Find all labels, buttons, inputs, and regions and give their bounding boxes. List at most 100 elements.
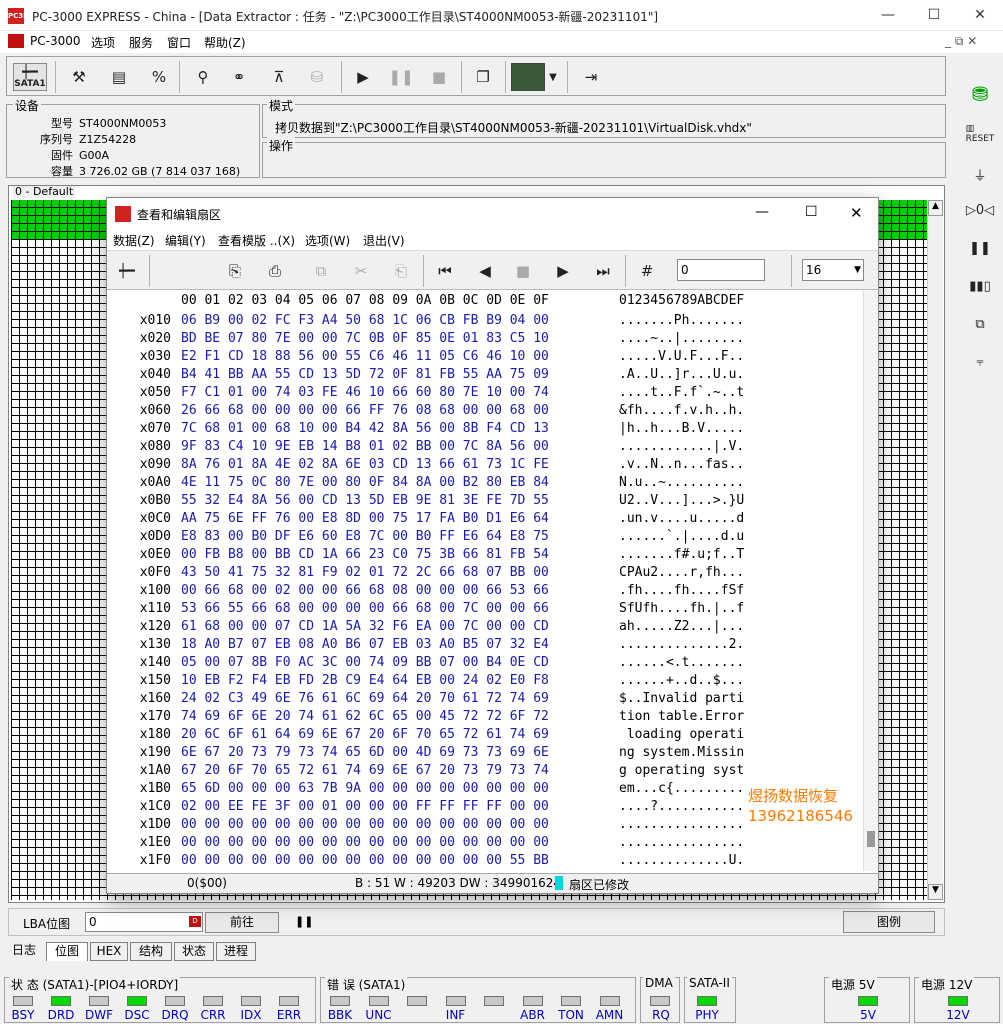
hex-row-bytes[interactable]: 24 02 C3 49 6E 76 61 6C 69 64 20 70 61 7… [181, 691, 549, 706]
reset-icon[interactable]: ▥ RESET [966, 120, 995, 148]
play-icon[interactable]: ▶ [349, 63, 377, 91]
hex-row-bytes[interactable]: 00 00 00 00 00 00 00 00 00 00 00 00 00 0… [181, 817, 549, 832]
lba-goto-icon[interactable]: D [189, 916, 201, 927]
hex-row-bytes[interactable]: 65 6D 00 00 00 63 7B 9A 00 00 00 00 00 0… [181, 781, 549, 796]
dialog-minimize-button[interactable]: — [755, 204, 769, 220]
paste-icon[interactable]: ⎗ [387, 257, 415, 285]
hex-row-bytes[interactable]: 18 A0 B7 07 EB 08 A0 B6 07 EB 03 A0 B5 0… [181, 637, 549, 652]
hex-row-text[interactable]: tion table.Error [619, 709, 744, 724]
hex-row-text[interactable]: |h..h...B.V..... [619, 421, 744, 436]
dialog-menu-options[interactable]: 选项(W) [305, 232, 350, 249]
save-sector-icon[interactable]: ⎘ [221, 257, 249, 285]
hex-row-bytes[interactable]: 10 EB F2 F4 EB FD 2B C9 E4 64 EB 00 24 0… [181, 673, 549, 688]
hex-row-text[interactable]: ....?........... [619, 799, 744, 814]
hex-row-text[interactable]: .v..N..n...fas.. [619, 457, 744, 472]
hex-row-bytes[interactable]: 67 20 6F 70 65 72 61 74 69 6E 67 20 73 7… [181, 763, 549, 778]
hex-row-text[interactable]: U2..V...]...>.}U [619, 493, 744, 508]
percent-icon[interactable]: % [145, 63, 173, 91]
hex-row-bytes[interactable]: 43 50 41 75 32 81 F9 02 01 72 2C 66 68 0… [181, 565, 549, 580]
hex-row-bytes[interactable]: 61 68 00 00 07 CD 1A 5A 32 F6 EA 00 7C 0… [181, 619, 549, 634]
pause-icon[interactable]: ❚❚ [387, 63, 415, 91]
hex-view[interactable]: 00 01 02 03 04 05 06 07 08 09 0A 0B 0C 0… [107, 291, 878, 871]
stop-icon[interactable]: ■ [425, 63, 453, 91]
sector-offset-input[interactable]: 0 [677, 259, 765, 281]
hex-row-text[interactable]: ng system.Missin [619, 745, 744, 760]
hex-row-bytes[interactable]: E8 83 00 B0 DF E6 60 E8 7C 00 B0 FF E6 6… [181, 529, 549, 544]
hex-row-bytes[interactable]: 4E 11 75 0C 80 7E 00 80 0F 84 8A 00 B2 8… [181, 475, 549, 490]
hex-row-bytes[interactable]: 00 00 00 00 00 00 00 00 00 00 00 00 00 0… [181, 835, 549, 850]
image-thumbnail-icon[interactable] [511, 63, 545, 91]
hex-scrollbar[interactable] [863, 291, 878, 871]
hex-row-text[interactable]: ......`.|....d.u [619, 529, 744, 544]
hex-row-text[interactable]: ................ [619, 835, 744, 850]
exit-icon[interactable]: ⇥ [577, 63, 605, 91]
disk-settings-icon[interactable]: ⛁ [303, 63, 331, 91]
hex-row-text[interactable]: ..............U. [619, 853, 744, 868]
hex-row-bytes[interactable]: B4 41 BB AA 55 CD 13 5D 72 0F 81 FB 55 A… [181, 367, 549, 382]
hex-row-text[interactable]: em...c{......... [619, 781, 744, 796]
hex-row-text[interactable]: .....V.U.F...F.. [619, 349, 744, 364]
drive-tools-icon[interactable]: ⊼ [265, 63, 293, 91]
menu-window[interactable]: 窗口 [167, 34, 191, 51]
dialog-menu-template[interactable]: 查看模版 ..(X) [218, 232, 295, 249]
hex-row-bytes[interactable]: 00 66 68 00 02 00 00 66 68 08 00 00 00 6… [181, 583, 549, 598]
menu-options[interactable]: 选项 [91, 34, 115, 51]
bars-icon[interactable]: ▮▮▯ [966, 272, 994, 300]
id-icon[interactable]: ▤ [105, 63, 133, 91]
sata-port-button[interactable]: ┿━ SATA1 [13, 63, 47, 91]
hex-row-bytes[interactable]: BD BE 07 80 7E 00 00 7C 0B 0F 85 0E 01 8… [181, 331, 549, 346]
hex-row-text[interactable]: ......<.t....... [619, 655, 744, 670]
copy-icon[interactable]: ⧉ [966, 310, 994, 338]
goto-button[interactable]: 前往 [205, 912, 279, 933]
hex-row-bytes[interactable]: 02 00 EE FE 3F 00 01 00 00 00 FF FF FF F… [181, 799, 549, 814]
scroll-up-icon[interactable]: ▲ [928, 200, 943, 216]
save-file-icon[interactable]: ⎙ [261, 257, 289, 285]
hex-row-bytes[interactable]: 05 00 07 8B F0 AC 3C 00 74 09 BB 07 00 B… [181, 655, 549, 670]
hex-row-text[interactable]: .......Ph....... [619, 313, 744, 328]
hex-row-text[interactable]: ................ [619, 817, 744, 832]
dialog-menu-exit[interactable]: 退出(V) [363, 232, 405, 249]
hex-row-text[interactable]: .......f#.u;f..T [619, 547, 744, 562]
tab-log[interactable]: 日志 [6, 942, 42, 961]
tools-icon[interactable]: ⚒ [65, 63, 93, 91]
windows-icon[interactable]: ❐ [469, 63, 497, 91]
hex-row-text[interactable]: ah.....Z2...|... [619, 619, 744, 634]
hex-row-bytes[interactable]: 20 6C 6F 61 64 69 6E 67 20 6F 70 65 72 6… [181, 727, 549, 742]
tab-hex[interactable]: HEX [90, 942, 128, 961]
hex-row-bytes[interactable]: E2 F1 CD 18 88 56 00 55 C6 46 11 05 C6 4… [181, 349, 549, 364]
hex-row-text[interactable]: &fh....f.v.h..h. [619, 403, 744, 418]
hex-row-text[interactable]: g operating syst [619, 763, 744, 778]
dialog-close-button[interactable]: ✕ [850, 204, 863, 222]
maximize-button[interactable]: ☐ [911, 0, 957, 31]
tab-status[interactable]: 状态 [174, 942, 214, 961]
hex-row-text[interactable]: N.u..~.......... [619, 475, 744, 490]
minimize-button[interactable]: — [865, 0, 911, 31]
power-switch-icon[interactable]: ⏚ [966, 160, 994, 188]
tab-process[interactable]: 进程 [216, 942, 256, 961]
hex-row-bytes[interactable]: F7 C1 01 00 74 03 FE 46 10 66 60 80 7E 1… [181, 385, 549, 400]
hex-row-bytes[interactable]: 8A 76 01 8A 4E 02 8A 6E 03 CD 13 66 61 7… [181, 457, 549, 472]
tab-bitmap[interactable]: 位图 [46, 942, 88, 961]
hex-row-bytes[interactable]: 00 00 00 00 00 00 00 00 00 00 00 00 00 0… [181, 853, 549, 868]
hex-row-text[interactable]: SfUfh....fh.|..f [619, 601, 744, 616]
hex-row-text[interactable]: ..............2. [619, 637, 744, 652]
connector-icon[interactable]: ⫧ [966, 348, 994, 376]
legend-button[interactable]: 图例 [843, 911, 935, 933]
hex-row-text[interactable]: ......+..d..$... [619, 673, 744, 688]
stop-icon[interactable]: ■ [509, 257, 537, 285]
first-sector-icon[interactable]: ⏮ [431, 257, 459, 285]
chevron-down-icon[interactable]: ▼ [545, 63, 561, 91]
database-icon[interactable]: ⛃ [966, 80, 994, 108]
hex-row-text[interactable]: .fh....fh....fSf [619, 583, 744, 598]
hex-row-text[interactable]: ....~..|........ [619, 331, 744, 346]
cut-icon[interactable]: ✂ [347, 257, 375, 285]
hex-row-bytes[interactable]: 00 FB B8 00 BB CD 1A 66 23 C0 75 3B 66 8… [181, 547, 549, 562]
hex-row-bytes[interactable]: 06 B9 00 02 FC F3 A4 50 68 1C 06 CB FB B… [181, 313, 549, 328]
menu-pc3000[interactable]: PC-3000 [30, 34, 80, 48]
hex-row-bytes[interactable]: AA 75 6E FF 76 00 E8 8D 00 75 17 FA B0 D… [181, 511, 549, 526]
menu-help[interactable]: 帮助(Z) [204, 34, 246, 51]
goto-sector-icon[interactable]: # [633, 257, 661, 285]
hex-row-text[interactable]: .un.v....u.....d [619, 511, 744, 526]
hex-row-bytes[interactable]: 7C 68 01 00 68 10 00 B4 42 8A 56 00 8B F… [181, 421, 549, 436]
sata-connector-icon[interactable]: ┿━ [113, 257, 141, 285]
